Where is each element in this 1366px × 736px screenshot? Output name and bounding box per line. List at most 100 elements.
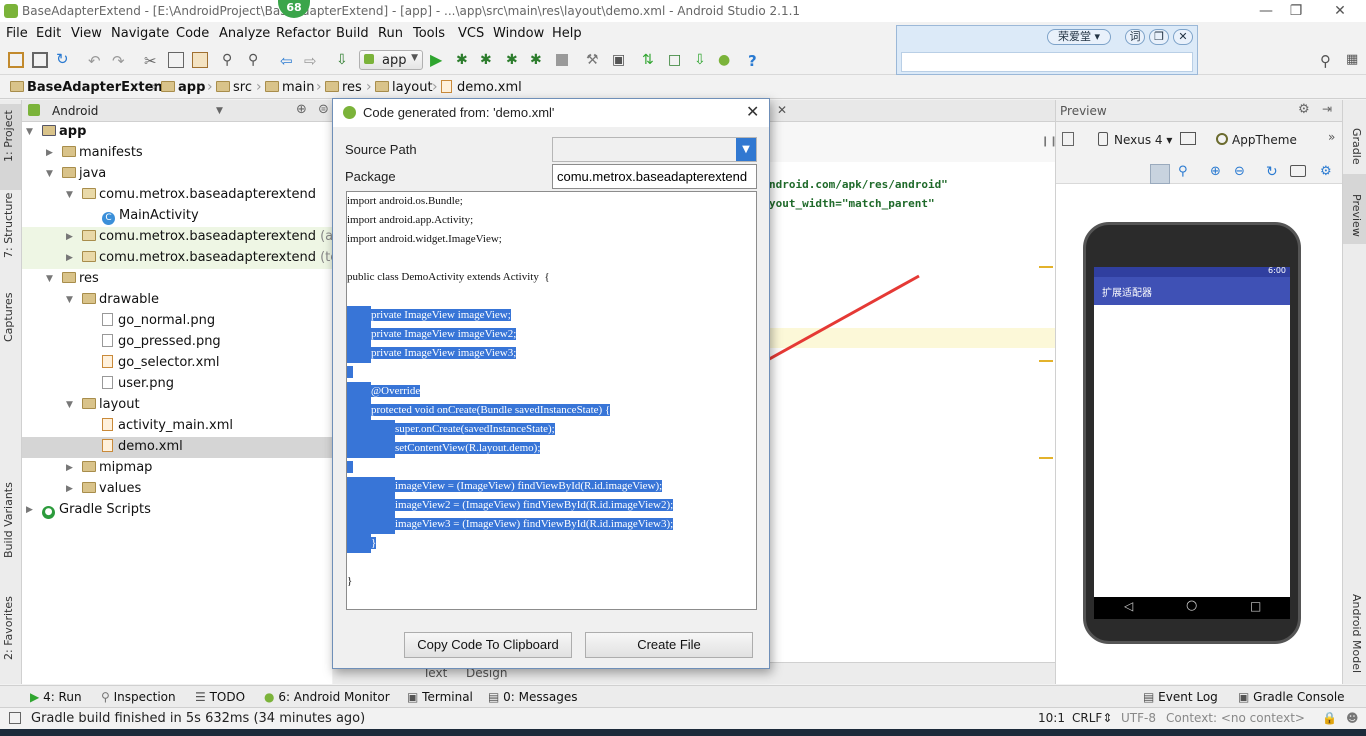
target-icon[interactable]: ⊕ — [296, 102, 307, 117]
menu-analyze[interactable]: Analyze — [219, 26, 270, 41]
project-structure-icon[interactable]: ⚒ — [586, 52, 602, 68]
lock-icon[interactable]: 🔒 — [1322, 711, 1337, 725]
tool-tab-android-model[interactable]: Android Model — [1350, 594, 1363, 673]
expand-icon[interactable]: ▶ — [46, 148, 53, 158]
search-everywhere-icon[interactable]: ⚲ — [1320, 52, 1336, 70]
avd-manager-icon[interactable]: □ — [668, 52, 684, 68]
file-encoding[interactable]: UTF-8 — [1121, 711, 1156, 725]
menu-window[interactable]: Window — [493, 26, 544, 41]
collapse-icon[interactable]: ▼ — [66, 400, 73, 410]
sync-gradle-icon[interactable]: ⇅ — [642, 52, 658, 68]
code-line[interactable]: yout_width="match_parent" — [769, 197, 935, 210]
tree-item[interactable]: comu.metrox.baseadapterextend — [82, 187, 316, 202]
close-window-button[interactable]: ✕ — [1326, 2, 1354, 20]
zoom-in-icon[interactable]: ⊕ — [1210, 164, 1221, 179]
view-mode-select[interactable]: Android — [52, 104, 98, 118]
menu-refactor[interactable]: Refactor — [276, 26, 331, 41]
grid-icon[interactable]: ▦ — [1346, 52, 1362, 68]
tree-item[interactable]: go_selector.xml — [102, 355, 220, 370]
menu-file[interactable]: File — [6, 26, 28, 41]
back-icon[interactable]: ⇦ — [280, 52, 296, 70]
undo-icon[interactable]: ↶ — [88, 52, 104, 70]
tree-item[interactable]: comu.metrox.baseadapterextend (test) — [82, 250, 355, 265]
tool-tab-favorites[interactable]: 2: Favorites — [2, 596, 15, 660]
replace-icon[interactable]: ⚲ — [248, 52, 264, 68]
menu-run[interactable]: Run — [378, 26, 403, 41]
save-icon[interactable] — [32, 52, 48, 68]
chevron-down-icon[interactable]: ▼ — [216, 106, 223, 116]
zoom-fit-icon[interactable] — [1150, 164, 1170, 184]
tree-item[interactable]: layout — [82, 397, 140, 412]
theme-select[interactable]: AppTheme — [1232, 133, 1297, 147]
device-select[interactable]: Nexus 4 ▾ — [1114, 133, 1172, 147]
tree-item[interactable]: mipmap — [82, 460, 152, 475]
tree-item[interactable]: res — [62, 271, 99, 286]
settings-icon[interactable]: ⚙ — [1320, 164, 1332, 179]
close-tab-icon[interactable]: ✕ — [777, 103, 787, 117]
run-icon[interactable]: ▶ — [430, 52, 446, 68]
sdk-manager-icon[interactable]: ▣ — [612, 52, 628, 68]
more-icon[interactable]: » — [1328, 130, 1335, 144]
paste-icon[interactable] — [192, 52, 208, 68]
tree-item[interactable]: manifests — [62, 145, 143, 160]
tool-tab-inspection[interactable]: ⚲ Inspection — [101, 690, 176, 704]
breadcrumb-project[interactable]: BaseAdapterExtend — [10, 80, 172, 95]
tool-tab-build-variants[interactable]: Build Variants — [2, 482, 15, 558]
open-folder-icon[interactable] — [8, 52, 24, 68]
breadcrumb-main[interactable]: main — [265, 80, 314, 95]
caret-position[interactable]: 10:1 — [1038, 711, 1065, 725]
tool-tab-todo[interactable]: ☰ TODO — [195, 690, 245, 704]
collapse-icon[interactable]: ▼ — [26, 127, 33, 137]
tree-item[interactable]: demo.xml — [102, 439, 183, 454]
redo-icon[interactable]: ↷ — [112, 52, 128, 70]
collapse-icon[interactable]: ▼ — [46, 169, 53, 179]
debug-icon[interactable]: ✱ — [456, 52, 472, 68]
make-project-icon[interactable]: ⇩ — [336, 52, 352, 68]
ime-close-button[interactable]: ✕ — [1173, 29, 1193, 45]
device-frame-icon[interactable] — [1062, 132, 1074, 146]
tool-tab-terminal[interactable]: ▣ Terminal — [407, 690, 473, 704]
tree-item[interactable]: activity_main.xml — [102, 418, 233, 433]
breadcrumb-app[interactable]: app — [161, 80, 205, 95]
tool-tab-project[interactable]: 1: Project — [2, 110, 15, 162]
screenshot-icon[interactable] — [1290, 165, 1306, 177]
collapse-icon[interactable]: ▼ — [66, 190, 73, 200]
profile-icon[interactable]: ✱ — [530, 52, 546, 68]
tree-item[interactable]: values — [82, 481, 141, 496]
attach-debugger-icon[interactable]: ✱ — [480, 52, 496, 68]
toggle-tool-windows-icon[interactable] — [9, 712, 21, 724]
run-config-select[interactable]: app ▼ — [359, 50, 423, 70]
chevron-down-icon[interactable]: ▼ — [736, 138, 756, 161]
forward-icon[interactable]: ⇨ — [304, 52, 320, 70]
tree-item[interactable]: java — [62, 166, 106, 181]
tree-item[interactable]: comu.metrox.baseadapterextend (andr — [82, 229, 355, 244]
breadcrumb-src[interactable]: src — [216, 80, 252, 95]
menu-navigate[interactable]: Navigate — [111, 26, 169, 41]
code-line[interactable]: ndroid.com/apk/res/android" — [769, 178, 948, 191]
expand-icon[interactable]: ▶ — [66, 253, 73, 263]
menu-tools[interactable]: Tools — [413, 26, 445, 41]
ime-window-button[interactable]: ❐ — [1149, 29, 1169, 45]
tool-tab-structure[interactable]: 7: Structure — [2, 193, 15, 258]
breadcrumb-layout[interactable]: layout — [375, 80, 433, 95]
tree-item[interactable]: ● Gradle Scripts — [42, 502, 151, 519]
package-field[interactable] — [552, 164, 757, 189]
tool-tab-run[interactable]: ▶ 4: Run — [30, 690, 82, 704]
menu-vcs[interactable]: VCS — [458, 26, 484, 41]
collapse-icon[interactable]: ▼ — [66, 295, 73, 305]
sync-icon[interactable]: ↻ — [56, 52, 72, 68]
stop-icon[interactable] — [556, 54, 568, 66]
refresh-icon[interactable]: ↻ — [1266, 164, 1278, 180]
zoom-out-icon[interactable]: ⊖ — [1234, 164, 1245, 179]
tool-tab-gradle[interactable]: Gradle — [1350, 128, 1363, 165]
tool-tab-gradle-console[interactable]: ▣ Gradle Console — [1238, 690, 1345, 704]
menu-view[interactable]: View — [71, 26, 102, 41]
collapse-icon[interactable]: ▼ — [46, 274, 53, 284]
ime-brand-button[interactable]: 荣爱堂 ▾ — [1047, 29, 1111, 45]
copy-icon[interactable] — [168, 52, 184, 68]
zoom-actual-icon[interactable]: ⚲ — [1178, 164, 1188, 179]
tree-item[interactable]: C MainActivity — [102, 208, 199, 225]
menu-help[interactable]: Help — [552, 26, 582, 41]
line-separator[interactable]: CRLF⇕ — [1072, 711, 1112, 725]
expand-icon[interactable]: ▶ — [66, 463, 73, 473]
